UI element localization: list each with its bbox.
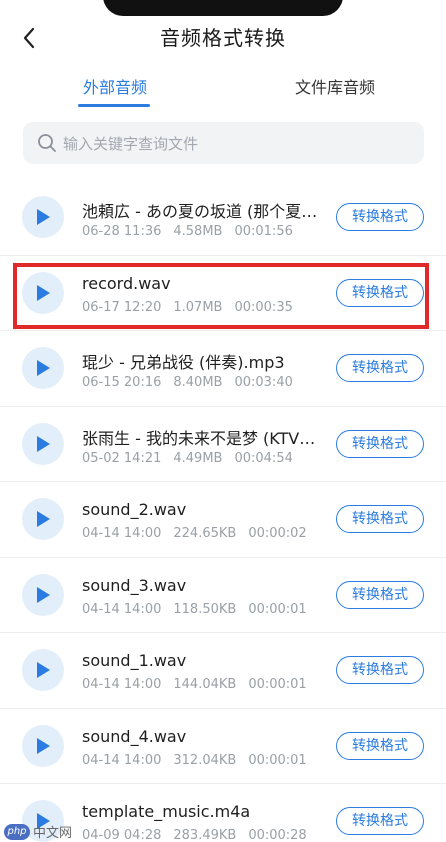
file-meta: 04-14 14:00 312.04KB 00:00:01 — [82, 753, 319, 768]
file-date: 04-14 14:00 — [82, 752, 162, 768]
play-button[interactable] — [22, 573, 64, 616]
watermark: php 中文网 — [4, 822, 72, 841]
file-size: 224.65KB — [173, 526, 237, 541]
file-date: 06-28 11:36 — [82, 224, 162, 239]
file-date: 04-14 14:00 — [82, 677, 162, 692]
play-icon — [37, 737, 50, 754]
play-button[interactable] — [22, 422, 64, 465]
convert-format-button[interactable]: 转换格式 — [336, 807, 424, 835]
file-duration: 00:03:40 — [234, 375, 293, 390]
list-item[interactable]: sound_2.wav 04-14 14:00 224.65KB 00:00:02 … — [0, 482, 446, 558]
play-button[interactable] — [22, 498, 64, 540]
file-name: sound_4.wav — [82, 726, 187, 746]
file-duration: 00:04:54 — [234, 450, 293, 466]
file-size: 144.04KB — [173, 677, 237, 692]
file-name: 琨少 - 兄弟战役 (伴奏).mp3 — [82, 353, 285, 372]
convert-format-button[interactable]: 转换格式 — [336, 278, 424, 307]
screen: 音频格式转换 外部音频 文件库音频 输入关键字查询文件 池頼広 - あの夏の坂道… — [0, 0, 446, 842]
file-meta: 06-28 11:36 4.58MB 00:01:56 — [82, 224, 305, 239]
file-meta: 04-14 14:00 118.50KB 00:00:01 — [82, 602, 319, 617]
header: 音频格式转换 — [0, 16, 446, 60]
file-date: 04-09 04:28 — [82, 828, 162, 842]
file-meta: 04-14 14:00 144.04KB 00:00:01 — [82, 677, 319, 692]
convert-format-button[interactable]: 转换格式 — [336, 656, 424, 684]
file-name: record.wav — [82, 273, 171, 293]
file-meta: 06-17 12:20 1.07MB 00:00:35 — [82, 300, 305, 315]
file-name: sound_3.wav — [82, 575, 187, 595]
active-tab-indicator — [78, 104, 150, 107]
convert-format-button[interactable]: 转换格式 — [336, 429, 424, 458]
file-size: 4.58MB — [173, 224, 223, 239]
file-name: 池頼広 - あの夏の坂道 (那个夏… — [82, 202, 318, 221]
play-button[interactable] — [22, 196, 64, 238]
file-date: 04-14 14:00 — [82, 601, 162, 617]
file-size: 283.49KB — [173, 828, 237, 842]
watermark-logo: php — [4, 823, 30, 840]
file-size: 4.49MB — [173, 450, 223, 466]
play-icon — [37, 360, 50, 376]
tab-bar: 外部音频 文件库音频 — [0, 70, 446, 110]
play-button[interactable] — [22, 649, 64, 691]
file-name: sound_1.wav — [82, 651, 187, 670]
file-meta: 04-14 14:00 224.65KB 00:00:02 — [82, 526, 319, 541]
file-date: 05-02 14:21 — [82, 450, 162, 466]
watermark-text: 中文网 — [33, 826, 73, 841]
file-meta: 04-09 04:28 283.49KB 00:00:28 — [82, 828, 319, 842]
list-item[interactable]: 池頼広 - あの夏の坂道 (那个夏… 06-28 11:36 4.58MB 00:0… — [0, 180, 446, 256]
play-button[interactable] — [22, 724, 64, 767]
convert-format-button[interactable]: 转换格式 — [336, 580, 424, 609]
play-icon — [37, 511, 50, 527]
list-item[interactable]: sound_1.wav 04-14 14:00 144.04KB 00:00:01 … — [0, 633, 446, 709]
file-duration: 00:01:56 — [234, 224, 293, 239]
convert-format-button[interactable]: 转换格式 — [336, 354, 424, 382]
file-date: 06-15 20:16 — [82, 375, 162, 390]
file-duration: 00:00:35 — [234, 299, 293, 315]
file-name: 张雨生 - 我的未来不是梦 (KTV… — [82, 428, 316, 448]
file-duration: 00:00:28 — [248, 828, 307, 842]
list-item[interactable]: sound_3.wav 04-14 14:00 118.50KB 00:00:01 … — [0, 558, 446, 633]
file-name: sound_2.wav — [82, 500, 187, 519]
search-icon — [37, 133, 57, 153]
file-size: 312.04KB — [173, 752, 237, 768]
list-item[interactable]: 张雨生 - 我的未来不是梦 (KTV… 05-02 14:21 4.49MB 00:… — [0, 407, 446, 482]
list-item[interactable]: 琨少 - 兄弟战役 (伴奏).mp3 06-15 20:16 8.40MB 00:0… — [0, 331, 446, 407]
play-icon — [37, 209, 50, 225]
play-button[interactable] — [22, 271, 64, 314]
file-date: 06-17 12:20 — [82, 299, 162, 315]
file-size: 118.50KB — [173, 601, 237, 617]
file-duration: 00:00:01 — [248, 677, 307, 692]
play-icon — [37, 662, 50, 678]
file-meta: 06-15 20:16 8.40MB 00:03:40 — [82, 375, 305, 390]
file-size: 1.07MB — [173, 299, 223, 315]
search-input[interactable]: 输入关键字查询文件 — [63, 133, 198, 154]
convert-format-button[interactable]: 转换格式 — [336, 203, 424, 231]
play-icon — [37, 284, 50, 301]
tab-library-audio[interactable]: 文件库音频 — [280, 70, 390, 110]
play-icon — [37, 435, 50, 452]
file-list: 池頼広 - あの夏の坂道 (那个夏… 06-28 11:36 4.58MB 00:0… — [0, 180, 446, 842]
file-duration: 00:00:01 — [248, 752, 307, 768]
file-duration: 00:00:01 — [248, 601, 307, 617]
page-title: 音频格式转换 — [160, 26, 286, 50]
file-duration: 00:00:02 — [248, 526, 307, 541]
play-button[interactable] — [22, 347, 64, 389]
file-name: template_music.m4a — [82, 802, 251, 821]
file-date: 04-14 14:00 — [82, 526, 162, 541]
list-item[interactable]: sound_4.wav 04-14 14:00 312.04KB 00:00:01 … — [0, 709, 446, 784]
play-icon — [37, 586, 50, 603]
convert-format-button[interactable]: 转换格式 — [336, 505, 424, 533]
search-bar[interactable]: 输入关键字查询文件 — [23, 122, 424, 164]
file-meta: 05-02 14:21 4.49MB 00:04:54 — [82, 451, 305, 466]
file-size: 8.40MB — [173, 375, 223, 390]
convert-format-button[interactable]: 转换格式 — [336, 731, 424, 760]
device-notch — [103, 0, 343, 16]
list-item[interactable]: record.wav 06-17 12:20 1.07MB 00:00:35 转换格… — [0, 256, 446, 331]
